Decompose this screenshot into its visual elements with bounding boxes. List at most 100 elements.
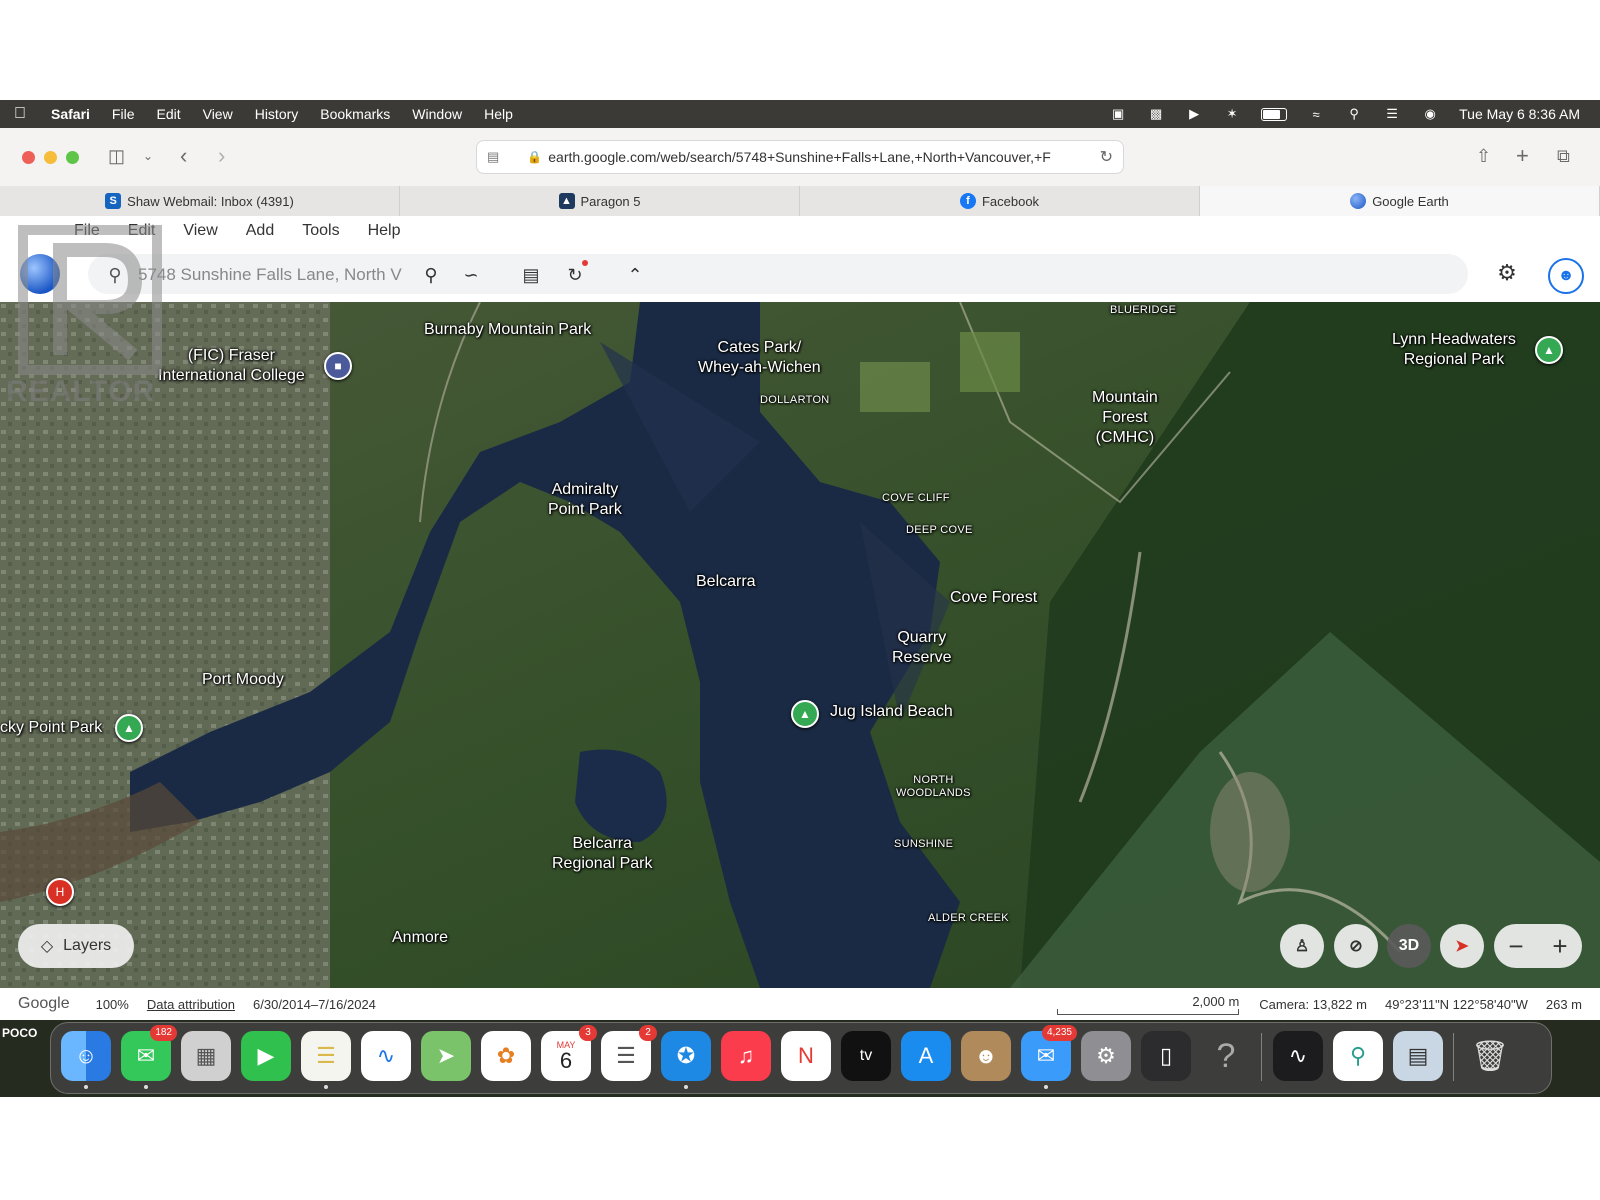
tree-pin-icon[interactable]: ▲: [115, 714, 143, 742]
map-label[interactable]: DOLLARTON: [760, 394, 830, 407]
address-bar[interactable]: ▤ 🔒 earth.google.com/web/search/5748+Sun…: [476, 140, 1124, 174]
now-playing-icon[interactable]: ▶: [1185, 106, 1203, 121]
bluetooth-icon[interactable]: ✶: [1223, 106, 1241, 121]
new-tab-button[interactable]: +: [1516, 144, 1529, 168]
map-label[interactable]: Cove Forest: [950, 588, 1037, 608]
historical-imagery-icon[interactable]: ↻: [562, 264, 588, 286]
siri-icon[interactable]: ◉: [1421, 106, 1439, 121]
minimize-window-button[interactable]: [44, 151, 57, 164]
map-label[interactable]: Quarry Reserve: [892, 628, 952, 668]
earth-menu-help[interactable]: Help: [354, 222, 415, 240]
college-pin-icon[interactable]: ■: [324, 352, 352, 380]
display-icon[interactable]: ▩: [1147, 106, 1165, 121]
earth-menu-tools[interactable]: Tools: [288, 222, 353, 240]
map-label[interactable]: Port Moody: [202, 670, 284, 690]
menu-help[interactable]: Help: [473, 106, 524, 122]
notes-icon[interactable]: ☰: [301, 1031, 351, 1089]
add-placemark-icon[interactable]: ⚲: [418, 264, 444, 286]
tab-overview-icon[interactable]: ⧉: [1557, 144, 1570, 168]
passwords-icon[interactable]: ⚲: [1333, 1031, 1383, 1081]
url-text[interactable]: earth.google.com/web/search/5748+Sunshin…: [548, 149, 1088, 165]
forward-button[interactable]: ›: [218, 144, 225, 168]
location-button[interactable]: ⊘: [1334, 924, 1378, 968]
layers-button[interactable]: ◇ Layers: [18, 924, 134, 968]
settings-gear-icon[interactable]: ⚙: [1494, 260, 1520, 285]
map-label[interactable]: Jug Island Beach: [830, 702, 953, 722]
iphone-mirroring-icon[interactable]: ▯: [1141, 1031, 1191, 1081]
menu-view[interactable]: View: [192, 106, 244, 122]
close-window-button[interactable]: [22, 151, 35, 164]
map-label[interactable]: BLUERIDGE: [1110, 304, 1176, 317]
battery-icon[interactable]: [1261, 107, 1288, 121]
mail-icon[interactable]: ✉ 4,235: [1021, 1025, 1077, 1089]
menu-app-name[interactable]: Safari: [40, 106, 101, 122]
menu-history[interactable]: History: [244, 106, 310, 122]
control-center-icon[interactable]: ☰: [1383, 106, 1401, 121]
finder-icon[interactable]: ☺: [61, 1031, 111, 1089]
share-icon[interactable]: ⇧: [1476, 144, 1491, 168]
app-store-icon[interactable]: A: [901, 1031, 951, 1081]
map-label[interactable]: Belcarra Regional Park: [552, 834, 653, 874]
news-icon[interactable]: N: [781, 1031, 831, 1081]
zoom-in-button[interactable]: +: [1552, 931, 1567, 962]
compass-button[interactable]: ➤: [1440, 924, 1484, 968]
zoom-out-button[interactable]: −: [1508, 931, 1523, 962]
account-icon[interactable]: ☻: [1548, 258, 1584, 294]
tab-google-earth[interactable]: Google Earth: [1200, 186, 1600, 216]
apple-tv-icon[interactable]: tv: [841, 1031, 891, 1081]
tab-paragon[interactable]: ▲ Paragon 5: [400, 186, 800, 216]
calendar-icon[interactable]: MAY 6 3: [541, 1025, 597, 1081]
map-label[interactable]: Burnaby Mountain Park: [424, 320, 591, 340]
earth-menu-add[interactable]: Add: [232, 222, 288, 240]
tab-shaw-webmail[interactable]: S Shaw Webmail: Inbox (4391): [0, 186, 400, 216]
zoom-window-button[interactable]: [66, 151, 79, 164]
menu-window[interactable]: Window: [401, 106, 473, 122]
map-label[interactable]: Anmore: [392, 928, 448, 948]
map-label[interactable]: Admiralty Point Park: [548, 480, 622, 520]
map-label[interactable]: DEEP COVE: [906, 524, 973, 537]
map-label[interactable]: cky Point Park: [0, 718, 102, 738]
map-label[interactable]: ALDER CREEK: [928, 912, 1009, 925]
measure-ruler-icon[interactable]: ▤: [518, 264, 544, 286]
apple-icon[interactable]: : [0, 105, 40, 123]
tab-facebook[interactable]: f Facebook: [800, 186, 1200, 216]
preview-icon[interactable]: ▤: [1393, 1031, 1443, 1081]
map-view[interactable]: Burnaby Mountain Park (FIC) Fraser Inter…: [0, 302, 1600, 988]
trash-icon[interactable]: 🗑: [1465, 1031, 1515, 1081]
draw-path-icon[interactable]: ∽: [456, 264, 486, 286]
freeform-icon[interactable]: ∿: [361, 1031, 411, 1081]
map-label[interactable]: NORTH WOODLANDS: [896, 774, 971, 800]
maps-icon[interactable]: ➤: [421, 1031, 471, 1081]
music-icon[interactable]: ♫: [721, 1031, 771, 1081]
tree-pin-icon[interactable]: ▲: [791, 700, 819, 728]
reminders-icon[interactable]: ☰ 2: [601, 1025, 657, 1081]
menu-file[interactable]: File: [101, 106, 146, 122]
hospital-pin-icon[interactable]: H: [46, 878, 74, 906]
map-label[interactable]: Mountain Forest (CMHC): [1092, 388, 1158, 448]
facetime-icon[interactable]: ▶: [241, 1031, 291, 1081]
toggle-3d-button[interactable]: 3D: [1387, 924, 1431, 968]
pegman-button[interactable]: ♙: [1280, 924, 1324, 968]
photos-icon[interactable]: ✿: [481, 1031, 531, 1081]
screen-mirroring-icon[interactable]: ▣: [1109, 106, 1127, 121]
data-attribution-link[interactable]: Data attribution: [147, 997, 235, 1012]
page-menu-icon[interactable]: ▤: [487, 149, 499, 165]
chevron-down-icon[interactable]: ⌄: [143, 144, 153, 168]
map-label[interactable]: SUNSHINE: [894, 838, 953, 851]
wifi-icon[interactable]: ≈: [1307, 107, 1325, 122]
menubar-clock[interactable]: Tue May 6 8:36 AM: [1459, 106, 1580, 122]
map-label[interactable]: Belcarra: [696, 572, 756, 592]
map-label[interactable]: COVE CLIFF: [882, 492, 950, 505]
chevron-up-icon[interactable]: ⌃: [622, 264, 648, 286]
help-icon[interactable]: ?: [1201, 1031, 1251, 1081]
menu-edit[interactable]: Edit: [145, 106, 191, 122]
menu-bookmarks[interactable]: Bookmarks: [309, 106, 401, 122]
contacts-icon[interactable]: ☻: [961, 1031, 1011, 1081]
messages-icon[interactable]: ✉ 182: [121, 1025, 177, 1089]
map-label[interactable]: Cates Park/ Whey-ah-Wichen: [698, 338, 821, 378]
safari-icon[interactable]: ✪: [661, 1031, 711, 1089]
back-button[interactable]: ‹: [180, 144, 187, 168]
reload-icon[interactable]: ↻: [1100, 147, 1113, 167]
tree-pin-icon[interactable]: ▲: [1535, 336, 1563, 364]
spotlight-search-icon[interactable]: ⚲: [1345, 106, 1363, 121]
